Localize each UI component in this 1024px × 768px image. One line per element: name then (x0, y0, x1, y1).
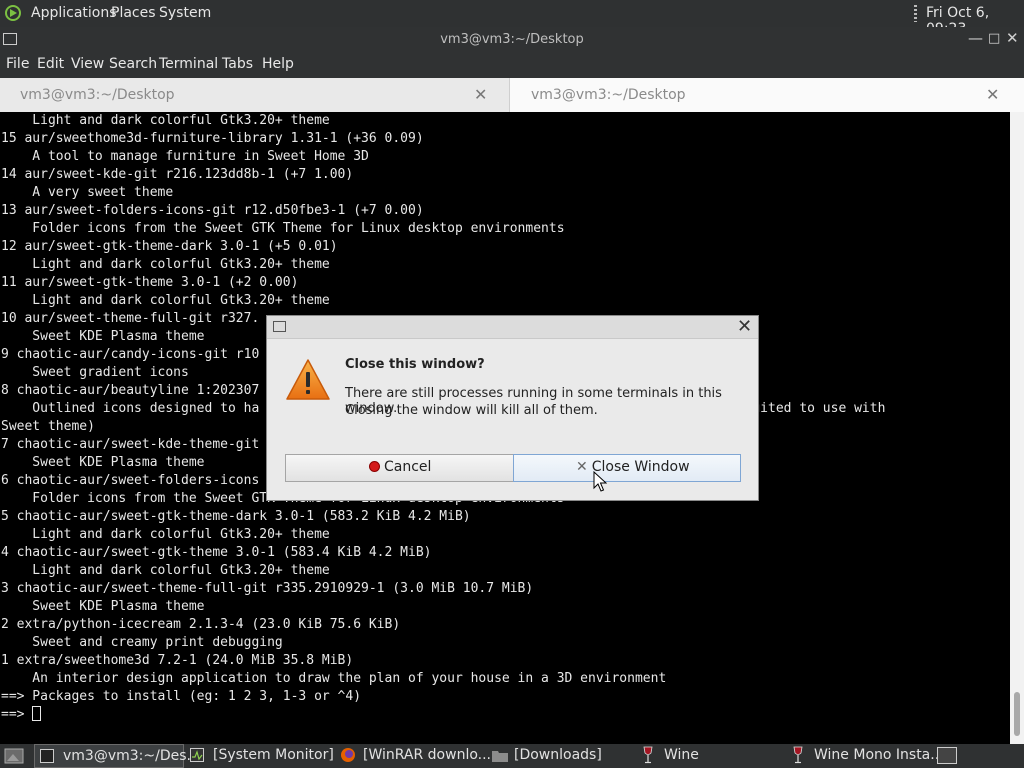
distro-logo-icon[interactable] (4, 4, 22, 22)
taskbar-item-firefox[interactable]: [WinRAR downlo... (336, 744, 491, 768)
terminal-window-icon (273, 321, 286, 332)
show-desktop-button[interactable] (0, 744, 30, 768)
menu-edit[interactable]: Edit (37, 56, 64, 72)
terminal-line: 8 chaotic-aur/beautyline 1:202307 (1, 383, 260, 398)
cancel-icon (369, 461, 380, 472)
terminal-cursor (32, 706, 42, 721)
taskbar-label: Wine (664, 747, 699, 763)
tab-desktop-2[interactable]: vm3@vm3:~/Desktop ✕ (511, 78, 1024, 112)
menu-places[interactable]: Places (111, 5, 156, 21)
taskbar-label: [Downloads] (514, 747, 602, 763)
dialog-close-icon[interactable]: ✕ (737, 316, 752, 337)
terminal-line: An interior design application to draw t… (1, 671, 667, 686)
taskbar-label: vm3@vm3:~/Des... (63, 748, 200, 764)
tab-bar: vm3@vm3:~/Desktop ✕ vm3@vm3:~/Desktop ✕ (0, 78, 1024, 113)
terminal-line: Sweet KDE Plasma theme (1, 455, 205, 470)
taskbar-item-system-monitor[interactable]: [System Monitor] (186, 744, 334, 768)
dialog-message-line2: Closing the window will kill all of them… (345, 403, 598, 418)
maximize-icon[interactable]: □ (988, 31, 1000, 46)
terminal-line: 12 aur/sweet-gtk-theme-dark 3.0-1 (+5 0.… (1, 239, 338, 254)
terminal-line: A very sweet theme (1, 185, 174, 200)
taskbar-label: Wine Mono Insta... (814, 747, 944, 763)
terminal-line: 4 chaotic-aur/sweet-gtk-theme 3.0-1 (583… (1, 545, 432, 560)
wine-icon (793, 746, 803, 764)
terminal-line: 1 extra/sweethome3d 7.2-1 (24.0 MiB 35.8… (1, 653, 354, 668)
menu-terminal[interactable]: Terminal (159, 56, 218, 72)
taskbar-label: [WinRAR downlo... (363, 747, 492, 763)
tab-label: vm3@vm3:~/Desktop (531, 87, 686, 103)
terminal-line: Folder icons from the Sweet GTK Theme fo… (1, 221, 565, 236)
panel-handle[interactable] (914, 5, 917, 22)
tab-close-icon[interactable]: ✕ (986, 85, 999, 104)
show-desktop-icon (4, 748, 24, 764)
wine-icon (643, 746, 653, 764)
menu-view[interactable]: View (71, 56, 104, 72)
terminal-line: Sweet theme) (1, 419, 95, 434)
terminal-line: Light and dark colorful Gtk3.20+ theme (1, 563, 330, 578)
terminal-line: Sweet gradient icons (1, 365, 189, 380)
terminal-line: Light and dark colorful Gtk3.20+ theme (1, 257, 330, 272)
terminal-line: ==> (1, 707, 33, 722)
terminal-line: 11 aur/sweet-gtk-theme 3.0-1 (+2 0.00) (1, 275, 299, 290)
terminal-line: Sweet and creamy print debugging (1, 635, 283, 650)
terminal-line: 5 chaotic-aur/sweet-gtk-theme-dark 3.0-1… (1, 509, 471, 524)
taskbar-item-terminal[interactable]: vm3@vm3:~/Des... (34, 744, 200, 768)
terminal-line: A tool to manage furniture in Sweet Home… (1, 149, 369, 164)
tab-close-icon[interactable]: ✕ (474, 85, 487, 104)
menubar: File Edit View Search Terminal Tabs Help (0, 53, 1024, 78)
cancel-label: Cancel (384, 459, 432, 475)
terminal-line: Light and dark colorful Gtk3.20+ theme (1, 113, 330, 128)
minimize-icon[interactable]: — (968, 29, 983, 47)
terminal-line: Light and dark colorful Gtk3.20+ theme (1, 527, 330, 542)
terminal-line: ==> Packages to install (eg: 1 2 3, 1-3 … (1, 689, 362, 704)
terminal-line: 15 aur/sweethome3d-furniture-library 1.3… (1, 131, 424, 146)
menu-tabs[interactable]: Tabs (222, 56, 253, 72)
terminal-line: Sweet KDE Plasma theme (1, 329, 205, 344)
top-panel: Applications Places System Fri Oct 6, 09… (0, 0, 1024, 37)
firefox-icon (341, 748, 355, 762)
taskbar-item-downloads[interactable]: [Downloads] (488, 744, 628, 768)
workspace-icon (937, 747, 957, 764)
close-window-dialog: ✕ Close this window? There are still pro… (266, 315, 759, 501)
terminal-line: 10 aur/sweet-theme-full-git r327. (1, 311, 260, 326)
window-title: vm3@vm3:~/Desktop (440, 32, 584, 47)
terminal-icon (40, 749, 54, 763)
tab-desktop-1[interactable]: vm3@vm3:~/Desktop ✕ (0, 78, 510, 112)
terminal-line: 13 aur/sweet-folders-icons-git r12.d50fb… (1, 203, 424, 218)
menu-system[interactable]: System (159, 5, 211, 21)
scrollbar-thumb[interactable] (1014, 692, 1020, 736)
warning-icon (286, 359, 330, 400)
close-icon[interactable]: ✕ (1006, 29, 1019, 47)
menu-search[interactable]: Search (109, 56, 157, 72)
terminal-scrollbar[interactable] (1010, 112, 1024, 744)
cancel-button[interactable]: Cancel (285, 454, 514, 482)
workspace-switcher[interactable] (934, 744, 960, 768)
menu-applications[interactable]: Applications (31, 5, 117, 21)
taskbar: vm3@vm3:~/Des... [System Monitor] [WinRA… (0, 744, 1024, 768)
taskbar-label: [System Monitor] (213, 747, 334, 763)
menu-help[interactable]: Help (262, 56, 294, 72)
terminal-line: Light and dark colorful Gtk3.20+ theme (1, 293, 330, 308)
terminal-line: 7 chaotic-aur/sweet-kde-theme-git (1, 437, 260, 452)
dialog-titlebar[interactable]: ✕ (267, 316, 758, 339)
close-window-button[interactable]: ✕ Close Window (513, 454, 741, 482)
terminal-line: 2 extra/python-icecream 2.1.3-4 (23.0 Ki… (1, 617, 401, 632)
close-x-icon: ✕ (576, 459, 588, 475)
terminal-line: 3 chaotic-aur/sweet-theme-full-git r335.… (1, 581, 534, 596)
terminal-line: 14 aur/sweet-kde-git r216.123dd8b-1 (+7 … (1, 167, 354, 182)
window-titlebar[interactable]: vm3@vm3:~/Desktop — □ ✕ (0, 27, 1024, 53)
taskbar-item-wine-mono-installer[interactable]: Wine Mono Insta... (788, 744, 944, 768)
menu-file[interactable]: File (6, 56, 29, 72)
terminal-line: 9 chaotic-aur/candy-icons-git r10 (1, 347, 260, 362)
system-monitor-icon (190, 748, 204, 762)
folder-icon (492, 751, 508, 762)
terminal-line: Sweet KDE Plasma theme (1, 599, 205, 614)
tab-label: vm3@vm3:~/Desktop (20, 87, 175, 103)
terminal-line: 6 chaotic-aur/sweet-folders-icons (1, 473, 260, 488)
taskbar-item-wine[interactable]: Wine (638, 744, 778, 768)
mouse-pointer-icon (593, 471, 607, 492)
dialog-heading: Close this window? (345, 357, 485, 372)
